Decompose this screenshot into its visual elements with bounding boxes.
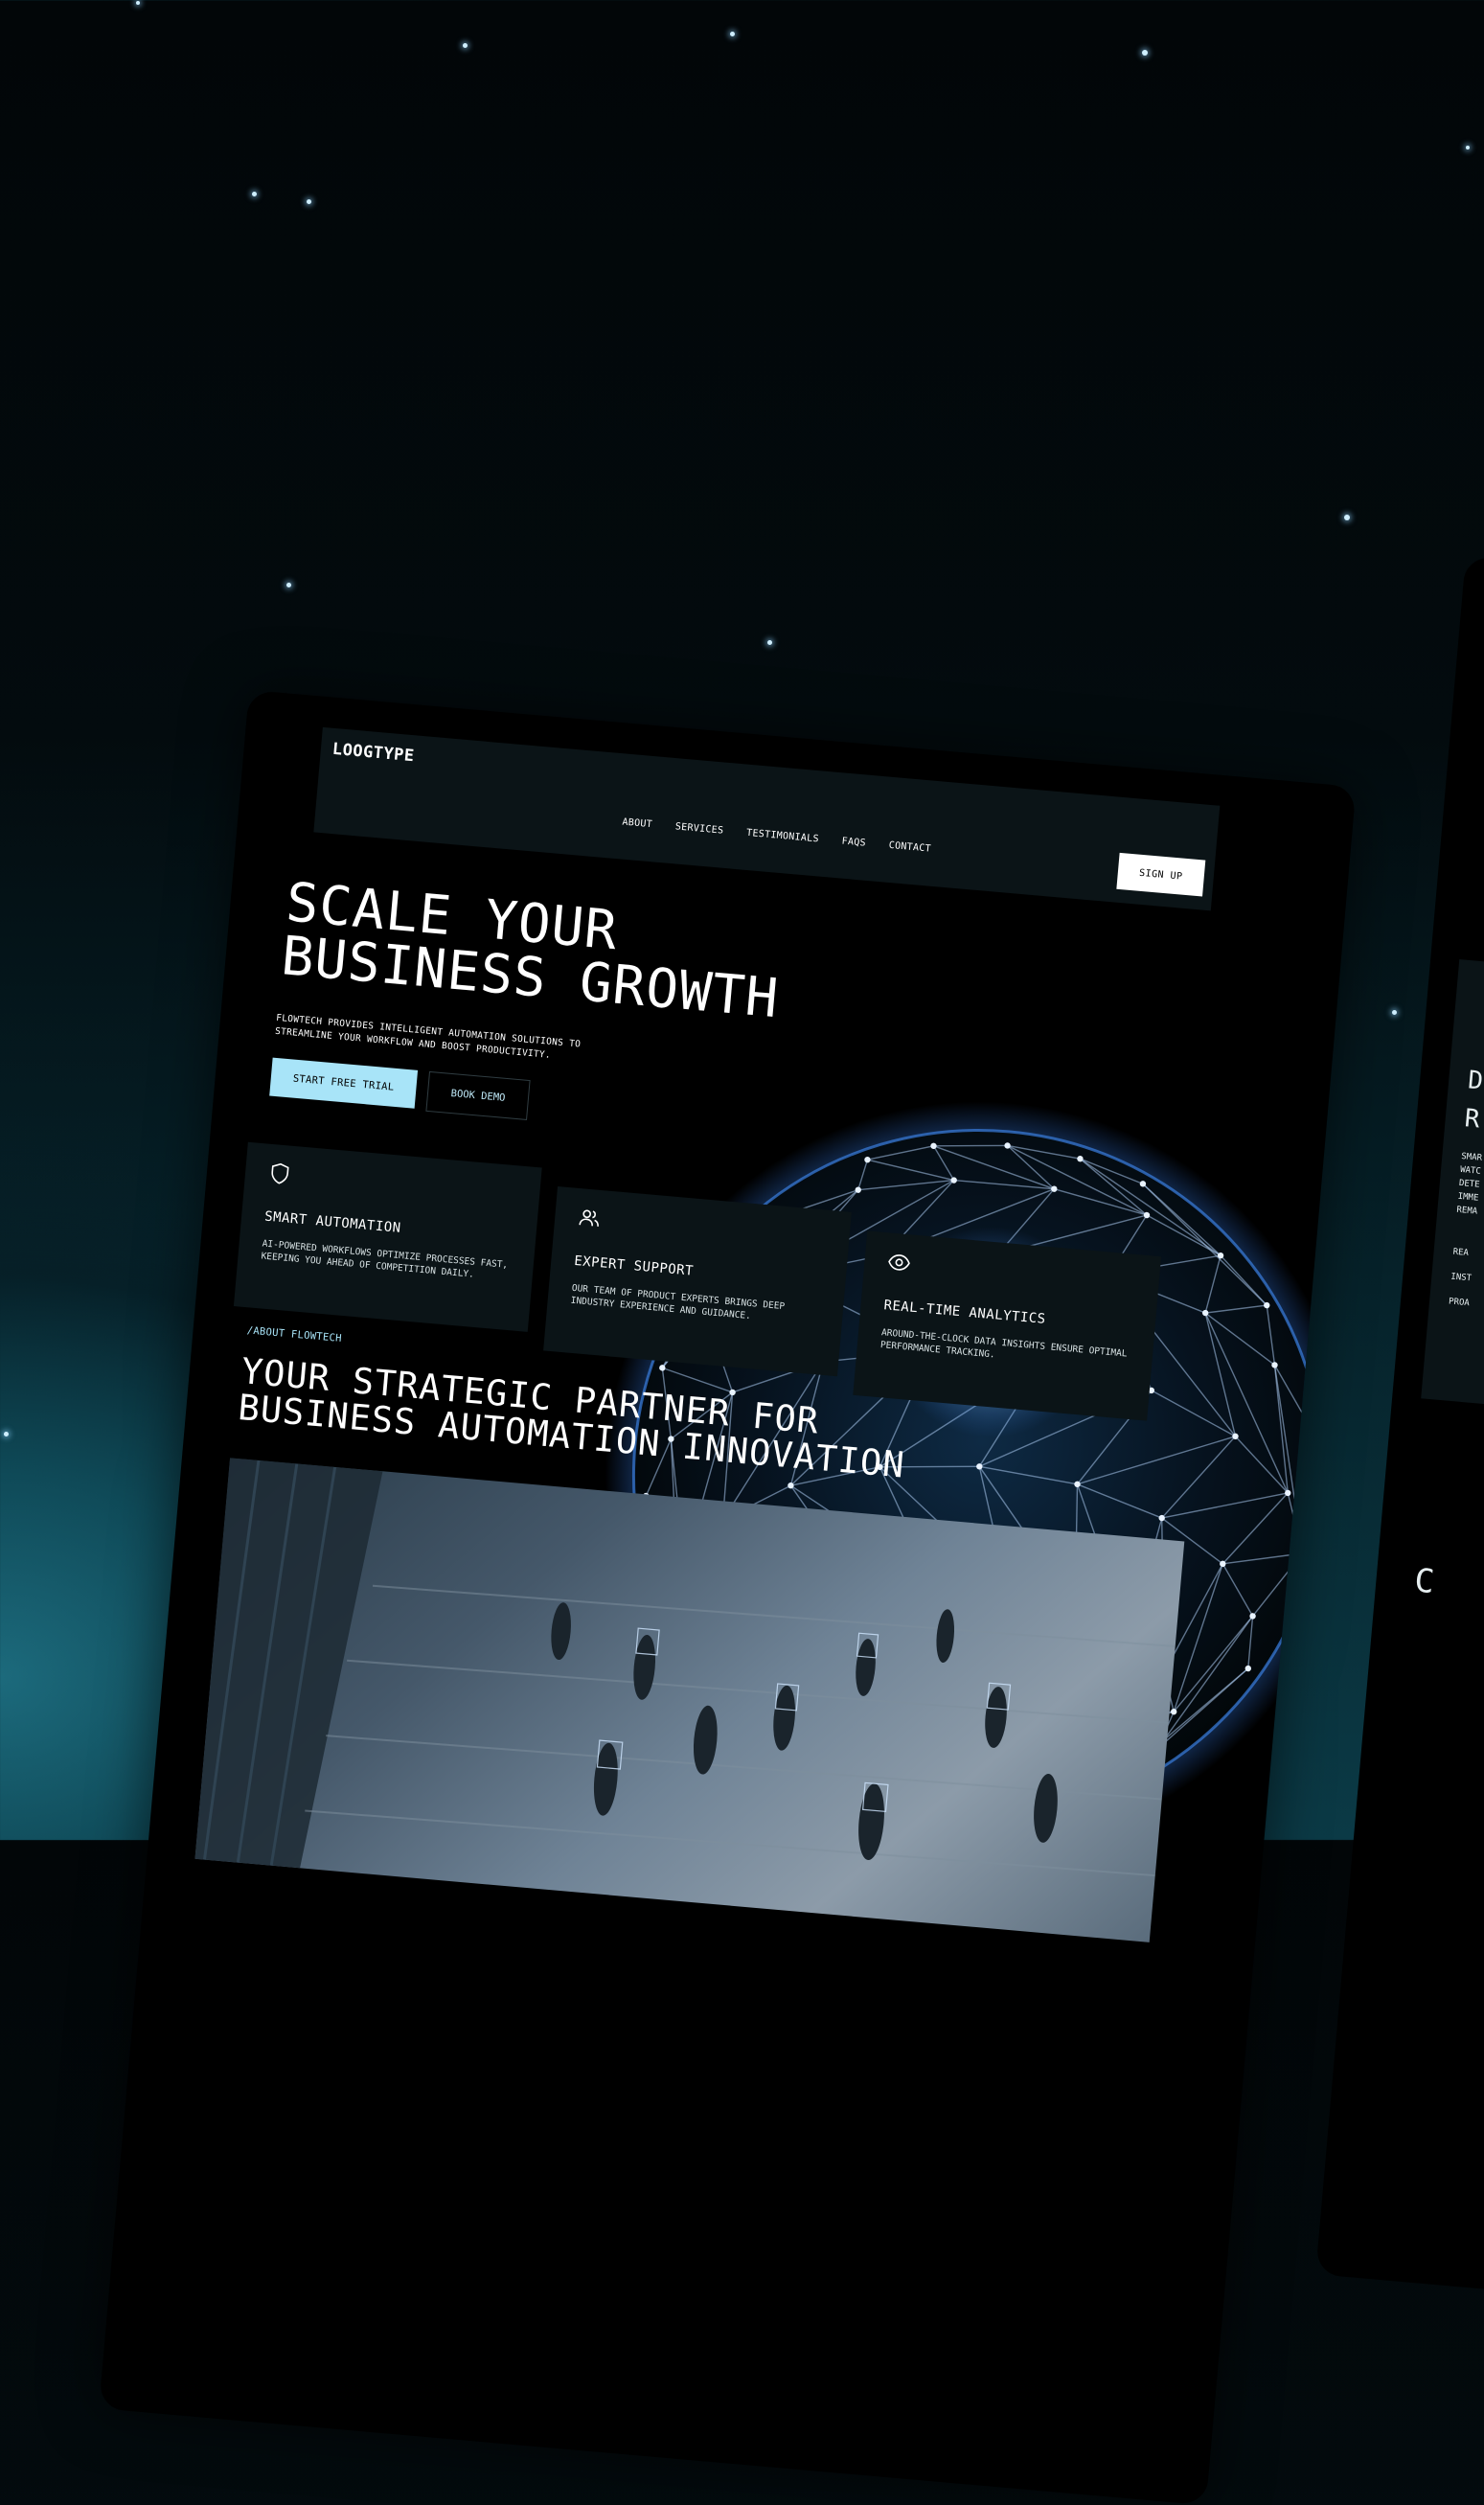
navbar: LOOGTYPE ABOUT SERVICES TESTIMONIALS FAQ… — [313, 726, 1221, 911]
about-tag: /ABOUT FLOWTECH — [246, 1324, 343, 1344]
eye-icon — [888, 1254, 910, 1271]
feature-card-real-time-analytics: REAL-TIME ANALYTICS AROUND-THE-CLOCK DAT… — [853, 1230, 1162, 1421]
star — [307, 199, 311, 204]
feature-description: AI-POWERED WORKFLOWS OPTIMIZE PROCESSES … — [261, 1238, 509, 1280]
star — [136, 1, 140, 5]
feature-card-expert-support: EXPERT SUPPORT OUR TEAM OF PRODUCT EXPER… — [543, 1186, 852, 1377]
signup-button[interactable]: SIGN UP — [1116, 852, 1206, 897]
star — [730, 32, 735, 36]
nav-link-about[interactable]: ABOUT — [622, 816, 652, 830]
website-mockup: LOOGTYPE ABOUT SERVICES TESTIMONIALS FAQ… — [99, 690, 1357, 2505]
fragment-text: REMA — [1456, 1205, 1478, 1217]
fragment-text: SMAR — [1460, 1151, 1483, 1163]
fragment-text: R — [1463, 1104, 1481, 1135]
nav-link-services[interactable]: SERVICES — [674, 821, 723, 836]
star — [1466, 146, 1470, 149]
fragment-text: IMME — [1457, 1191, 1479, 1204]
star — [1142, 50, 1148, 56]
star — [252, 192, 257, 196]
fragment-text: PROA — [1448, 1297, 1471, 1309]
feature-title: EXPERT SUPPORT — [573, 1252, 695, 1279]
fragment-text: DETE — [1458, 1178, 1480, 1190]
hero-description: FLOWTECH PROVIDES INTELLIGENT AUTOMATION… — [274, 1012, 582, 1061]
star — [767, 640, 772, 645]
star — [286, 583, 291, 587]
fragment-text: C — [1412, 1561, 1436, 1602]
nav-links: ABOUT SERVICES TESTIMONIALS FAQS CONTACT — [622, 816, 931, 854]
feature-description: AROUND-THE-CLOCK DATA INSIGHTS ENSURE OP… — [879, 1327, 1128, 1361]
star — [1392, 1010, 1397, 1015]
hero-title: SCALE YOUR BUSINESS GROWTH — [279, 871, 782, 1031]
fragment-text: D — [1467, 1066, 1484, 1096]
feature-title: REAL-TIME ANALYTICS — [882, 1298, 1047, 1327]
feature-description: OUR TEAM OF PRODUCT EXPERTS BRINGS DEEP … — [570, 1282, 786, 1322]
feature-card-smart-automation: SMART AUTOMATION AI-POWERED WORKFLOWS OP… — [233, 1141, 542, 1332]
nav-link-testimonials[interactable]: TESTIMONIALS — [746, 828, 820, 845]
feature-title: SMART AUTOMATION — [263, 1208, 402, 1236]
fragment-text: WATC — [1459, 1164, 1482, 1177]
star — [463, 43, 468, 48]
users-icon — [579, 1209, 599, 1227]
office-photo-illustration — [194, 1458, 1176, 1877]
book-demo-button[interactable]: BOOK DEMO — [425, 1070, 531, 1120]
logo[interactable]: LOOGTYPE — [331, 740, 415, 766]
star — [4, 1432, 9, 1436]
star — [1344, 515, 1350, 520]
start-free-trial-button[interactable]: START FREE TRIAL — [269, 1057, 419, 1109]
fragment-text: INST — [1450, 1272, 1473, 1284]
shield-icon — [271, 1162, 289, 1184]
secondary-card: D R SMAR WATC DETE IMME REMA REA INST PR… — [1421, 959, 1484, 1449]
fragment-text: REA — [1452, 1247, 1470, 1258]
office-photo — [194, 1458, 1185, 1942]
nav-link-faqs[interactable]: FAQS — [841, 837, 866, 849]
nav-link-contact[interactable]: CONTACT — [888, 840, 931, 855]
